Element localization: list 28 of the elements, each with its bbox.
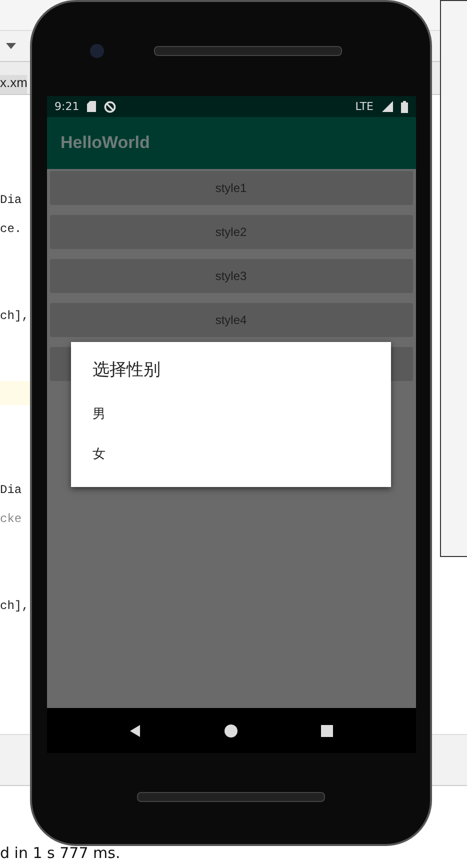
- dialog-title: 选择性别: [92, 359, 162, 382]
- code-line: ce.: [0, 222, 22, 236]
- style-button[interactable]: style3: [50, 259, 412, 293]
- recents-icon[interactable]: [320, 724, 334, 738]
- status-time: 9:21: [54, 100, 80, 113]
- sd-card-icon: [87, 101, 96, 112]
- code-line: ch],: [0, 598, 29, 612]
- build-output: d in 1 s 777 ms.: [0, 844, 122, 864]
- battery-icon: [400, 100, 408, 112]
- home-icon[interactable]: [224, 724, 238, 738]
- style-button[interactable]: style1: [50, 171, 412, 205]
- back-icon[interactable]: [128, 724, 142, 738]
- style-button[interactable]: style2: [50, 215, 412, 249]
- camera-icon: [90, 44, 104, 58]
- network-type: LTE: [355, 100, 374, 113]
- dialog-option[interactable]: 女: [70, 435, 390, 475]
- code-line: Dia: [0, 192, 22, 206]
- code-line: ch],: [0, 308, 29, 322]
- app-title: HelloWorld: [60, 133, 150, 153]
- dialog-option[interactable]: 男: [70, 395, 390, 435]
- code-line: cke: [0, 512, 22, 526]
- blocked-icon: [104, 100, 116, 112]
- current-line-highlight: [0, 381, 30, 405]
- style-button[interactable]: style4: [50, 303, 412, 337]
- code-line: Dia: [0, 482, 22, 496]
- signal-icon: [382, 101, 392, 112]
- editor-tab[interactable]: x.xm: [0, 75, 28, 94]
- dropdown-caret-icon[interactable]: [6, 43, 16, 49]
